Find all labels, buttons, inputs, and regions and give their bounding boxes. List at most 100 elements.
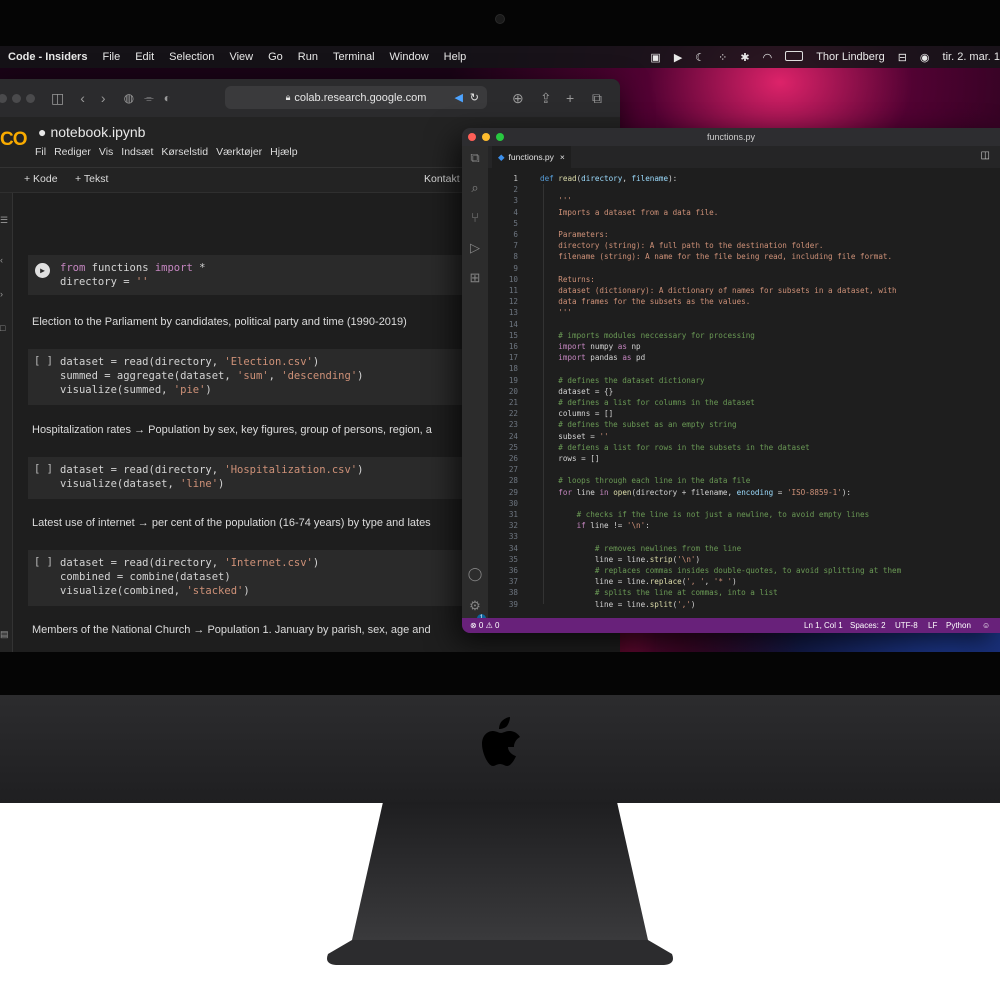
shield-icon[interactable]: ◐ [164,91,171,105]
vscode-zoom-button[interactable] [496,133,504,141]
source-control-icon[interactable]: ⑂ [462,210,488,240]
menu-help[interactable]: Help [444,51,467,63]
siri-icon[interactable]: ◉ [920,51,930,64]
code-cell[interactable]: [ ] dataset = read(directory, 'Election.… [28,349,468,405]
tab-functions-py[interactable]: ◆ functions.py × [492,146,571,168]
run-prompt[interactable]: [ ] [34,555,53,569]
code-line: dataset = read(directory, 'Hospitalizati… [60,464,364,476]
clock-text[interactable]: tir. 2. mar. 1 [943,51,1000,63]
wifi-icon[interactable]: ◠ [763,51,773,64]
tab-close-icon[interactable]: × [560,152,565,162]
window-minimize-button[interactable] [12,93,21,103]
menu-rediger[interactable]: Rediger [54,146,91,158]
menu-terminal[interactable]: Terminal [333,51,375,63]
menu-edit[interactable]: Edit [135,51,154,63]
extension-icon[interactable]: ◍ [124,91,134,105]
contact-link[interactable]: Kontakt [424,173,460,185]
add-code-button[interactable]: + Kode [24,173,58,185]
markdown-cell[interactable]: Hospitalization rates → Population by se… [32,424,432,436]
terminal-icon[interactable]: ▤ [0,629,9,640]
toc-icon[interactable]: ☰ [0,215,8,226]
menu-view[interactable]: View [229,51,253,63]
line-number: 34 [508,543,518,553]
menu-go[interactable]: Go [268,51,283,63]
code-cell[interactable]: [ ] dataset = read(directory, 'Hospitali… [28,457,468,499]
back-icon[interactable]: ‹ [80,90,85,106]
cell-source[interactable]: dataset = read(directory, 'Election.csv'… [60,355,363,397]
line-number: 29 [508,487,518,497]
control-center-icon[interactable]: ⊟ [898,51,907,64]
dots-icon[interactable]: ⁘ [718,51,727,64]
indentation[interactable]: Spaces: 2 [850,621,886,630]
code-line: subset = '' [540,431,609,441]
vscode-minimize-button[interactable] [482,133,490,141]
files-icon[interactable]: □ [0,323,5,333]
cell-source[interactable]: from functions import * directory = '' [60,261,205,289]
code-snippets-icon[interactable]: ‹ [0,255,3,265]
encoding[interactable]: UTF-8 [895,621,918,630]
vscode-window-title: functions.py [706,132,756,142]
menu-selection[interactable]: Selection [169,51,214,63]
sidebar-toggle-icon[interactable]: ◫ [51,90,64,107]
markdown-cell[interactable]: Latest use of internet → per cent of the… [32,517,431,529]
run-debug-icon[interactable]: ▷ [462,240,488,270]
markdown-cell[interactable]: Members of the National Church → Populat… [32,624,431,636]
battery-icon[interactable] [785,50,804,64]
code-editor[interactable]: 1 def read(directory, filename): 2 3 ''' 4 I… [488,168,1000,618]
window-close-button[interactable] [0,93,7,103]
search-icon[interactable]: ⌕ [462,180,488,210]
menu-vaerktojer[interactable]: Værktøjer [216,146,262,158]
forward-icon[interactable]: › [101,90,106,106]
download-icon[interactable]: ⊕ [512,90,524,107]
run-prompt[interactable]: [ ] [34,462,53,476]
feedback-icon[interactable]: ☺ [982,621,990,630]
window-zoom-button[interactable] [26,93,35,103]
audio-icon[interactable]: ◀︎ [455,91,463,104]
code-line: columns = [] [540,409,614,419]
cursor-position[interactable]: Ln 1, Col 1 [804,621,843,630]
user-name[interactable]: Thor Lindberg [816,51,885,63]
menu-indsaet[interactable]: Indsæt [121,146,153,158]
line-number: 19 [508,375,518,385]
explorer-icon[interactable]: ⧉ [462,150,488,180]
code-cell[interactable]: [ ] dataset = read(directory, 'Internet.… [28,550,468,606]
line-endings[interactable]: LF [928,621,937,630]
extension2-icon[interactable]: ⌯ [144,91,154,106]
display-icon[interactable]: ▣ [650,51,660,64]
notebook-title[interactable]: ● notebook.ipynb [38,124,145,140]
tabs-overview-icon[interactable]: ⧉ [592,90,602,107]
split-editor-icon[interactable]: ◫ [981,150,990,161]
markdown-cell[interactable]: Election to the Parliament by candidates… [32,316,407,328]
code-cell[interactable]: ▶ from functions import * directory = '' [28,255,468,295]
line-number: 9 [513,263,518,273]
reload-icon[interactable]: ↻ [470,91,479,104]
extensions-icon[interactable]: ⊞ [462,270,488,300]
code-line: dataset (dictionary): A dictionary of na… [540,286,897,295]
vscode-close-button[interactable] [468,133,476,141]
status-bar: ⊗ 0 ⚠ 0 Ln 1, Col 1 Spaces: 2 UTF-8 LF P… [462,618,1000,633]
play-icon[interactable]: ▶ [674,51,682,64]
share-icon[interactable]: ⇪ [540,90,552,107]
menu-vis[interactable]: Vis [99,146,113,158]
cell-source[interactable]: dataset = read(directory, 'Internet.csv'… [60,556,319,598]
bluetooth-icon[interactable]: ✱ [740,51,749,64]
problems-indicator[interactable]: ⊗ 0 ⚠ 0 [470,621,499,630]
add-text-button[interactable]: + Tekst [75,173,108,185]
menu-fil[interactable]: Fil [35,146,46,158]
new-tab-icon[interactable]: + [566,90,574,106]
menu-korselstid[interactable]: Kørselstid [161,146,208,158]
menu-file[interactable]: File [102,51,120,63]
menu-hjaelp[interactable]: Hjælp [270,146,297,158]
accounts-icon[interactable]: ◯ [462,566,488,596]
moon-icon[interactable]: ☾ [695,51,705,64]
cell-source[interactable]: dataset = read(directory, 'Hospitalizati… [60,463,363,491]
menu-window[interactable]: Window [390,51,429,63]
address-bar[interactable]: 🔒︎ colab.research.google.com ◀︎ ↻ [225,86,487,109]
variables-icon[interactable]: › [0,289,3,299]
menu-run[interactable]: Run [298,51,318,63]
run-prompt[interactable]: [ ] [34,354,53,368]
language-mode[interactable]: Python [946,621,971,630]
app-name[interactable]: Code - Insiders [8,51,87,63]
run-cell-button[interactable]: ▶ [35,263,50,278]
colab-logo[interactable]: CO [0,129,27,151]
